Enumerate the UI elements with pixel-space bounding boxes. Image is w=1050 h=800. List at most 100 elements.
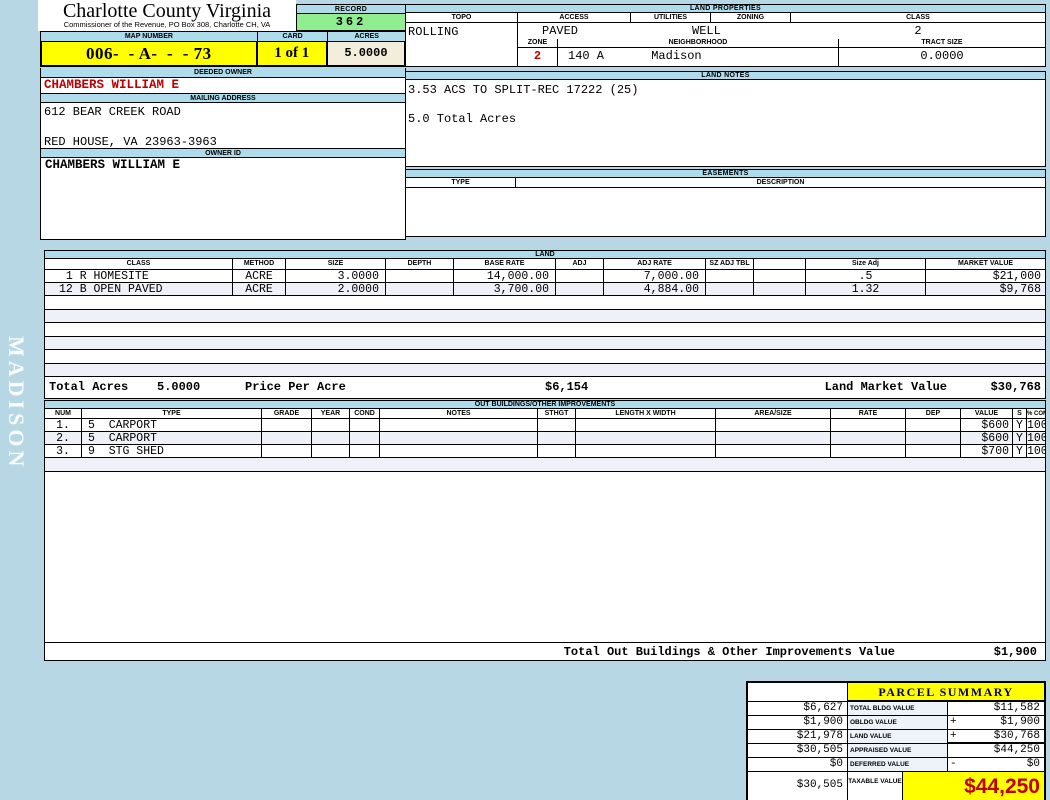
neighborhood-name: Madison xyxy=(651,49,702,63)
total-acres-label: Total Acres xyxy=(49,380,129,394)
class-label: CLASS xyxy=(906,14,930,21)
out-buildings-total-row: Total Out Buildings & Other Improvements… xyxy=(44,641,1046,661)
parcel-summary-blank-cell xyxy=(748,683,848,702)
price-per-acre-value: $6,154 xyxy=(545,380,589,394)
land-empty-row xyxy=(44,309,1046,323)
map-card-acres-table: MAP NUMBER CARD ACRES 006- - A- - - 73 1… xyxy=(40,31,406,67)
out-buildings-total-value: $1,900 xyxy=(993,644,1037,659)
out-buildings-header-row: NUM TYPE GRADE YEAR COND NOTES STHGT LEN… xyxy=(44,409,1046,419)
district-watermark: MADISON xyxy=(4,336,29,471)
deeded-owner-value: CHAMBERS WILLIAM E xyxy=(44,78,180,92)
card-label: CARD xyxy=(258,32,329,41)
zone-value: 2 xyxy=(518,48,558,66)
ob-col-area-size: AREA/SIZE xyxy=(716,409,831,418)
summary-row-total-bldg: $6,627 TOTAL BLDG VALUE $11,582 xyxy=(748,702,1044,716)
ob-col-notes: NOTES xyxy=(380,409,538,418)
land-col-adj-rate: ADJ RATE xyxy=(604,259,706,269)
owner-id-label: OWNER ID xyxy=(41,148,405,158)
owner-id-value: CHAMBERS WILLIAM E xyxy=(45,158,181,172)
record-value: 362 xyxy=(296,14,406,31)
out-building-row-1: 1. 5 CARPORT $600 Y 100% xyxy=(44,419,1046,432)
land-totals-row: Total Acres 5.0000 Price Per Acre $6,154… xyxy=(44,377,1046,399)
address-line-1: 612 BEAR CREEK ROAD xyxy=(44,105,181,119)
prior-land-value: $21,978 xyxy=(748,730,848,744)
ob-col-cond: COND xyxy=(350,409,380,418)
taxable-value-label: TAXABLE VALUE xyxy=(848,772,903,800)
mailing-address: 612 BEAR CREEK ROAD RED HOUSE, VA 23963-… xyxy=(41,103,405,149)
ob-col-value: VALUE xyxy=(961,409,1013,418)
total-bldg-value: $11,582 xyxy=(993,702,1040,714)
parcel-summary: PARCEL SUMMARY $6,627 TOTAL BLDG VALUE $… xyxy=(746,681,1046,800)
land-col-adj: ADJ xyxy=(556,259,604,269)
access-value: PAVED xyxy=(542,24,579,38)
op-sign: + xyxy=(950,730,957,742)
deferred-value-label: DEFERRED VALUE xyxy=(848,758,948,772)
out-building-row-3: 3. 9 STG SHED $700 Y 100% xyxy=(44,445,1046,458)
price-per-acre-label: Price Per Acre xyxy=(245,380,346,394)
class-value: 2 xyxy=(914,24,922,38)
acres-label: ACRES xyxy=(354,33,379,40)
out-buildings-table: OUT BUILDINGS/OTHER IMPROVEMENTS NUM TYP… xyxy=(44,400,1046,661)
land-table: LAND CLASS METHOD SIZE DEPTH BASE RATE A… xyxy=(44,250,1046,399)
acres-value: 5.0000 xyxy=(327,42,404,65)
obldg-value: $1,900 xyxy=(1000,716,1040,728)
land-col-depth: DEPTH xyxy=(386,259,454,269)
mailing-address-label: MAILING ADDRESS xyxy=(41,93,405,103)
zone-label: ZONE xyxy=(518,39,558,47)
land-note-line-1: 3.53 ACS TO SPLIT-REC 17222 (25) xyxy=(408,83,639,97)
obldg-value-label: OBLDG VALUE xyxy=(848,716,948,730)
land-col-sz-adj-tbl: SZ ADJ TBL xyxy=(706,259,754,269)
prior-taxable-value: $30,505 xyxy=(748,772,848,800)
easements-title: EASEMENTS xyxy=(405,169,1046,178)
land-empty-row xyxy=(44,350,1046,364)
total-acres-value: 5.0000 xyxy=(157,380,201,394)
op-sign xyxy=(948,702,960,715)
land-col-class: CLASS xyxy=(45,259,233,269)
land-col-base-rate: BASE RATE xyxy=(454,259,556,269)
summary-row-appraised: $30,505 APPRAISED VALUE $44,250 xyxy=(748,744,1044,758)
map-number-value: 006- - A- - - 73 xyxy=(42,42,258,65)
summary-row-deferred: $0 DEFERRED VALUE - $0 xyxy=(748,758,1044,772)
county-title: Charlotte County Virginia xyxy=(62,0,272,22)
op-sign: + xyxy=(950,716,957,728)
land-empty-row xyxy=(44,296,1046,310)
record-box: RECORD 362 xyxy=(296,4,406,31)
ob-col-year: YEAR xyxy=(312,409,350,418)
appraised-value-label: APPRAISED VALUE xyxy=(848,744,948,758)
land-properties-title: LAND PROPERTIES xyxy=(405,4,1046,13)
neighborhood-code: 140 A xyxy=(568,49,605,63)
land-value: $30,768 xyxy=(993,730,1040,742)
land-empty-row xyxy=(44,336,1046,350)
land-empty-row xyxy=(44,323,1046,337)
easements-section: EASEMENTS TYPE DESCRIPTION xyxy=(405,169,1046,237)
parcel-summary-title: PARCEL SUMMARY xyxy=(848,683,1044,702)
tract-size-label: TRACT SIZE xyxy=(921,39,963,46)
land-col-method: METHOD xyxy=(233,259,286,269)
record-label: RECORD xyxy=(296,4,406,14)
taxable-value: $44,250 xyxy=(903,772,1044,800)
county-subtitle: Commissioner of the Revenue, PO Box 308,… xyxy=(63,20,271,29)
land-header-row: CLASS METHOD SIZE DEPTH BASE RATE ADJ AD… xyxy=(44,259,1046,270)
op-sign: - xyxy=(950,758,957,770)
utilities-value: WELL xyxy=(692,24,721,38)
out-buildings-title: OUT BUILDINGS/OTHER IMPROVEMENTS xyxy=(44,400,1046,409)
out-buildings-empty-area xyxy=(44,471,1046,642)
zoning-label: ZONING xyxy=(711,13,791,22)
land-market-value: $30,768 xyxy=(990,380,1041,394)
land-row-2: 12 B OPEN PAVED ACRE 2.0000 3,700.00 4,8… xyxy=(44,283,1046,296)
topo-value: ROLLING xyxy=(408,25,459,39)
access-label: ACCESS xyxy=(518,13,631,22)
ob-col-dep: DEP xyxy=(906,409,961,418)
ob-col-pct-comp: % COMP xyxy=(1027,411,1045,417)
out-building-row-2: 2. 5 CARPORT $600 Y 100% xyxy=(44,432,1046,445)
land-row-1: 1 R HOMESITE ACRE 3.0000 14,000.00 7,000… xyxy=(44,270,1046,283)
ob-col-length-width: LENGTH X WIDTH xyxy=(576,409,716,418)
land-properties-section: LAND PROPERTIES TOPO ROLLING ACCESS UTIL… xyxy=(405,4,1046,67)
deeded-owner-label: DEEDED OWNER xyxy=(41,68,405,78)
summary-row-obldg: $1,900 OBLDG VALUE + $1,900 xyxy=(748,716,1044,730)
land-col-size: SIZE xyxy=(286,259,386,269)
neighborhood-value: 140 A Madison xyxy=(558,48,839,66)
map-number-label: MAP NUMBER xyxy=(41,32,258,41)
tract-size-value: 0.0000 xyxy=(920,49,964,63)
deferred-value: $0 xyxy=(1026,758,1040,770)
